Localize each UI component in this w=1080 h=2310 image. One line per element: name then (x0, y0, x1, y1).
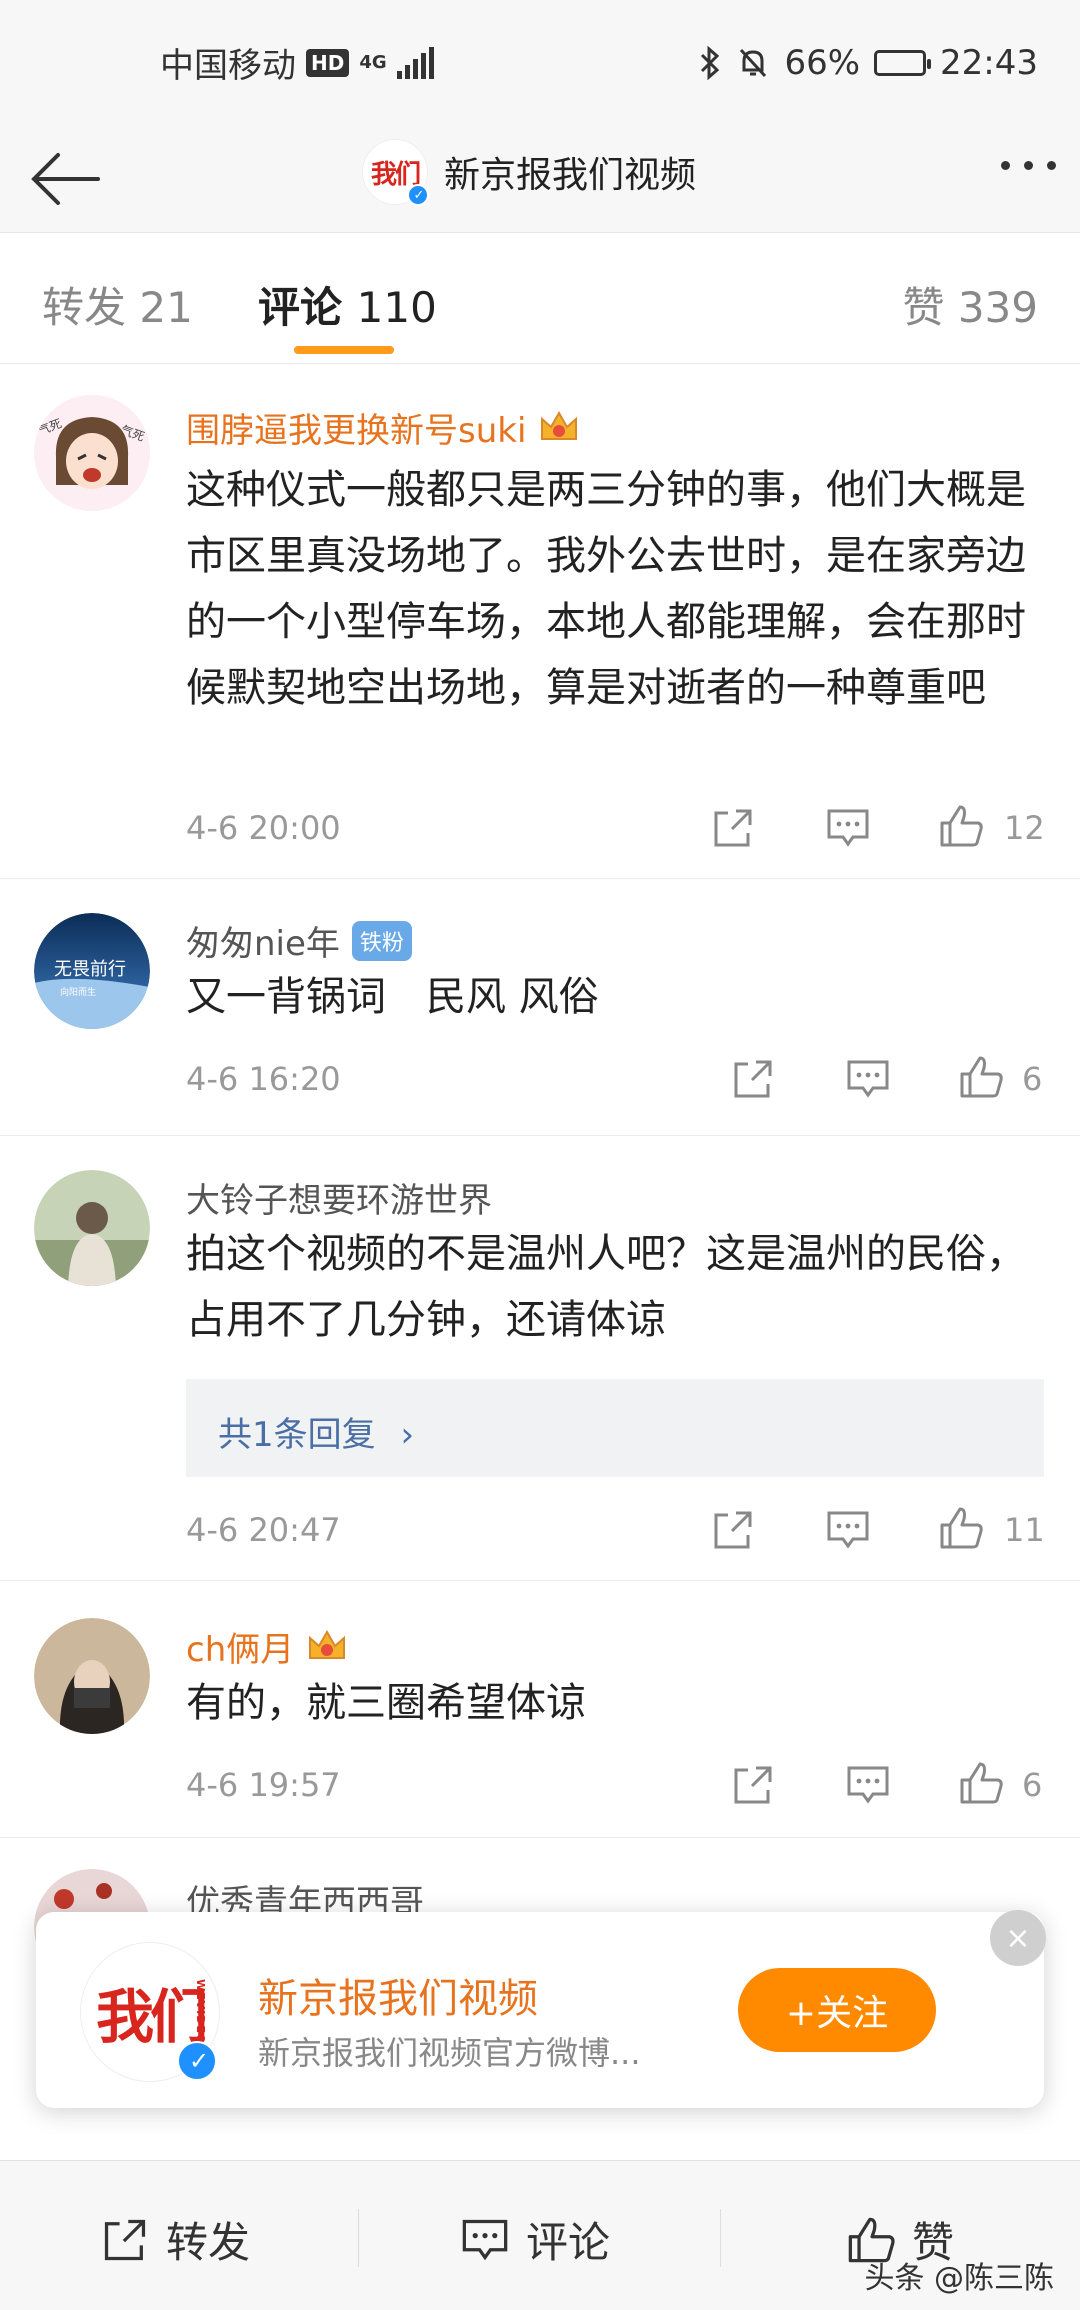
vip-crown-icon (309, 1629, 346, 1659)
like-count: 12 (1004, 809, 1045, 847)
comment-item: 气死 气死 围脖逼我更换新号suki 这种仪式一般都只是两三分钟的事，他们大概是… (0, 365, 1080, 879)
repost-button[interactable]: 转发 (100, 2209, 250, 2270)
logo-subtext: WEVIDEO (194, 1979, 207, 2045)
like-icon[interactable] (958, 1054, 1004, 1100)
status-right: 66% 22:43 (698, 43, 1038, 83)
follow-suggestion-card: 我们 WEVIDEO ✓ 新京报我们视频 新京报我们视频官方微博... +关注 … (36, 1910, 1046, 2108)
reply-icon[interactable] (845, 1762, 891, 1808)
share-icon (104, 2219, 146, 2260)
bluetooth-icon (701, 45, 720, 80)
comment-label: 评论 (526, 2218, 611, 2267)
tab-likes-label: 赞 (902, 283, 945, 332)
top-nav: 我们 ✓ 新京报我们视频 (0, 125, 1080, 233)
comment-time: 4-6 16:20 (186, 1060, 341, 1098)
status-bar: 中国移动 HD 4G 66% 22:43 (0, 0, 1080, 125)
avatar[interactable]: 无畏前行 向阳而生 (34, 913, 150, 1029)
follow-button[interactable]: +关注 (738, 1968, 936, 2052)
tab-comments[interactable]: 评论 110 (258, 274, 437, 335)
share-icon[interactable] (710, 1507, 756, 1553)
chevron-right-icon: › (400, 1415, 415, 1455)
comment-time: 4-6 20:47 (186, 1511, 341, 1549)
avatar[interactable] (34, 1618, 150, 1734)
share-icon[interactable] (730, 1762, 776, 1808)
status-left: 中国移动 HD 4G (160, 38, 434, 87)
fan-badge: 铁粉 (351, 920, 412, 961)
verified-icon: ✓ (177, 2041, 217, 2081)
watermark: 头条 @陈三陈 (864, 2261, 1054, 2296)
account-name[interactable]: 新京报我们视频 (258, 1966, 538, 2024)
like-icon[interactable] (938, 803, 984, 849)
avatar[interactable]: 气死 气死 (34, 395, 150, 511)
comment-item: ch俩月 有的，就三圈希望体谅 4-6 19:57 6 (0, 1582, 1080, 1838)
like-count: 6 (1022, 1766, 1043, 1804)
commenter-name[interactable]: 围脖逼我更换新号suki (186, 403, 580, 452)
comment-item: 大铃子想要环游世界 拍这个视频的不是温州人吧？这是温州的民俗，占用不了几分钟，还… (0, 1137, 1080, 1581)
clock: 22:43 (940, 42, 1038, 83)
comment-text: 有的，就三圈希望体谅 (186, 1680, 586, 1726)
comment-time: 4-6 19:57 (186, 1766, 341, 1804)
hd-badge: HD (306, 48, 350, 77)
like-count: 6 (1022, 1060, 1043, 1098)
share-icon[interactable] (710, 805, 756, 851)
replies-summary[interactable]: 共1条回复 › (186, 1379, 1044, 1477)
repost-label: 转发 (166, 2218, 251, 2267)
like-icon[interactable] (938, 1505, 984, 1551)
avatar[interactable] (34, 1170, 150, 1286)
mute-bell-icon (740, 48, 767, 77)
battery-percent: 66% (784, 42, 861, 83)
tab-reposts-count: 21 (139, 283, 193, 332)
more-options-icon[interactable] (1001, 161, 1056, 170)
back-arrow-icon[interactable] (28, 147, 102, 211)
comment-icon (462, 2219, 508, 2260)
tab-likes-count: 339 (957, 283, 1038, 332)
bottom-action-bar: 转发 评论 赞 头条 @陈三陈 (0, 2160, 1080, 2310)
comment-time: 4-6 20:00 (186, 809, 341, 847)
divider (720, 2209, 721, 2267)
divider (358, 2209, 359, 2267)
like-icon[interactable] (958, 1760, 1004, 1806)
share-icon[interactable] (730, 1056, 776, 1102)
commenter-name[interactable]: 匆匆nie年 铁粉 (186, 916, 412, 965)
comment-text: 拍这个视频的不是温州人吧？这是温州的民俗，占用不了几分钟，还请体谅 (186, 1231, 1026, 1343)
reply-icon[interactable] (845, 1056, 891, 1102)
account-avatar[interactable]: 我们 ✓ (362, 139, 429, 206)
commenter-name-text: 匆匆nie年 (186, 924, 340, 964)
active-tab-indicator (294, 346, 394, 354)
comment-text: 这种仪式一般都只是两三分钟的事，他们大概是市区里真没场地了。我外公去世时，是在家… (186, 467, 1026, 711)
tab-reposts[interactable]: 转发 21 (42, 274, 193, 335)
verified-icon: ✓ (407, 184, 429, 206)
logo-text: 我们 (95, 1983, 208, 2051)
account-logo[interactable]: 我们 WEVIDEO ✓ (80, 1942, 220, 2082)
carrier-label: 中国移动 (160, 46, 296, 86)
close-icon[interactable]: × (990, 1910, 1046, 1966)
commenter-name-text: 围脖逼我更换新号suki (186, 411, 527, 451)
header-account[interactable]: 我们 ✓ 新京报我们视频 (362, 139, 697, 206)
vip-crown-icon (541, 410, 578, 440)
tab-bar: 转发 21 评论 110 赞 339 (0, 234, 1080, 364)
comment-item: 无畏前行 向阳而生 匆匆nie年 铁粉 又一背锅词 民风 风俗 4-6 16:2… (0, 880, 1080, 1136)
replies-summary-text: 共1条回复 (218, 1415, 376, 1455)
account-description: 新京报我们视频官方微博... (258, 2034, 641, 2072)
commenter-name[interactable]: ch俩月 (186, 1622, 348, 1671)
commenter-name[interactable]: 大铃子想要环游世界 (186, 1173, 492, 1222)
commenter-name-text: 大铃子想要环游世界 (186, 1181, 492, 1221)
network-label: 4G (359, 51, 387, 73)
reply-icon[interactable] (825, 805, 871, 851)
svg-text:向阳而生: 向阳而生 (60, 986, 96, 998)
page-title: 新京报我们视频 (444, 155, 697, 196)
signal-icon (396, 46, 434, 79)
comment-button[interactable]: 评论 (460, 2209, 610, 2270)
tab-comments-label: 评论 (258, 283, 343, 332)
tab-comments-count: 110 (356, 283, 437, 332)
like-count: 11 (1004, 1511, 1045, 1549)
commenter-name-text: ch俩月 (186, 1630, 295, 1670)
comment-text: 又一背锅词 民风 风俗 (186, 974, 599, 1020)
tab-reposts-label: 转发 (42, 283, 127, 332)
reply-icon[interactable] (825, 1507, 871, 1553)
battery-icon (874, 49, 932, 76)
svg-text:无畏前行: 无畏前行 (54, 959, 126, 980)
tab-likes[interactable]: 赞 339 (902, 274, 1038, 335)
